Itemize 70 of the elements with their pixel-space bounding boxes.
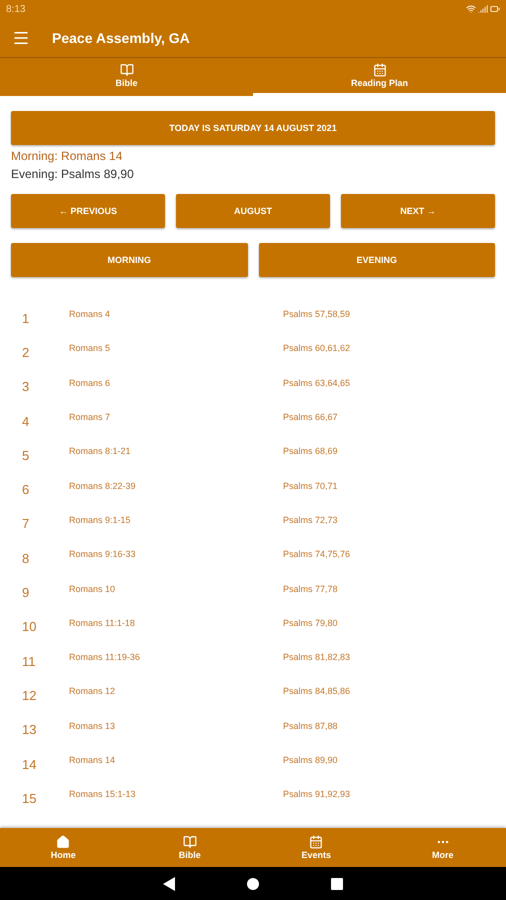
day-number: 6 [21, 482, 30, 498]
status-time: 8:13 [6, 4, 26, 14]
recents-icon[interactable] [331, 878, 343, 890]
morning-reading: Romans 6 [69, 378, 112, 388]
app-title: Peace Assembly, GA [52, 30, 190, 46]
day-number: 1 [21, 310, 30, 326]
month-nav-button[interactable]: AUGUST [176, 194, 330, 228]
morning-reading: Romans 13 [69, 720, 116, 731]
morning-reading: Romans 10 [69, 584, 116, 594]
calendar-icon [372, 63, 386, 77]
day-number: 8 [21, 550, 30, 566]
morning-reading: Romans 11:1-18 [69, 618, 136, 628]
book-icon [182, 835, 197, 849]
battery-icon [490, 4, 500, 14]
morning-reading: Romans 14 [69, 755, 116, 765]
evening-reading: Psalms 74,75,76 [283, 549, 352, 560]
evening-reading: Psalms 60,61,62 [283, 343, 352, 354]
morning-reading: Romans 8:22-39 [69, 480, 137, 491]
signal-icon [478, 4, 488, 14]
morning-reading: Romans 8:1-21 [69, 446, 132, 456]
bottom-nav-item[interactable]: Home [0, 828, 126, 867]
morning-reading: Romans 11:19-36 [69, 652, 141, 662]
bottom-nav-item[interactable]: Bible [126, 828, 253, 867]
day-number: 2 [21, 344, 30, 360]
evening-reading: Psalms 57,58,59 [283, 309, 352, 320]
home-circle-icon[interactable] [247, 878, 259, 890]
month-nav-button[interactable]: ← PREVIOUS [11, 194, 165, 228]
day-number: 9 [21, 585, 30, 600]
today-reading: Evening: Psalms 89,90 [11, 167, 135, 181]
day-number: 7 [21, 516, 30, 532]
evening-reading: Psalms 81,82,83 [283, 652, 352, 662]
day-number: 12 [21, 688, 38, 703]
today-button[interactable]: TODAY IS SATURDAY 14 AUGUST 2021 [11, 111, 495, 145]
bottom-nav-item[interactable]: More [380, 828, 506, 867]
month-nav-button[interactable]: NEXT → [341, 194, 495, 228]
evening-reading: Psalms 89,90 [283, 755, 339, 765]
evening-reading: Psalms 91,92,93 [283, 789, 352, 800]
day-number: 5 [21, 448, 30, 463]
morning-reading: Romans 5 [69, 343, 112, 354]
evening-reading: Psalms 63,64,65 [283, 378, 352, 388]
wifi-icon [466, 4, 476, 14]
back-icon[interactable] [163, 876, 175, 890]
bottom-nav-item[interactable]: Events [253, 828, 380, 867]
morning-reading: Romans 9:1-15 [69, 514, 132, 525]
morning-reading: Romans 4 [69, 309, 112, 320]
evening-reading: Psalms 77,78 [283, 584, 339, 594]
day-number: 14 [21, 756, 38, 772]
morning-reading: Romans 15:1-13 [69, 789, 137, 800]
evening-reading: Psalms 72,73 [283, 514, 339, 525]
day-number: 10 [21, 619, 38, 634]
evening-reading: Psalms 66,67 [283, 412, 339, 422]
morning-reading: Romans 12 [69, 686, 116, 696]
evening-reading: Psalms 79,80 [283, 618, 339, 628]
evening-reading: Psalms 87,88 [283, 720, 339, 731]
home-icon [56, 835, 70, 849]
day-number: 4 [21, 414, 30, 429]
day-number: 13 [21, 722, 38, 738]
calendar-icon [309, 835, 324, 849]
today-reading: Morning: Romans 14 [11, 149, 124, 163]
evening-reading: Psalms 68,69 [283, 446, 339, 456]
morning-reading: Romans 7 [69, 412, 112, 422]
book-icon [120, 63, 134, 77]
day-number: 11 [21, 654, 36, 669]
evening-reading: Psalms 84,85,86 [283, 686, 352, 696]
morning-reading: Romans 9:16-33 [69, 549, 137, 560]
day-number: 3 [21, 379, 30, 394]
day-number: 15 [21, 790, 38, 806]
evening-reading: Psalms 70,71 [283, 480, 339, 491]
session-button[interactable]: EVENING [258, 243, 495, 277]
session-button[interactable]: MORNING [11, 243, 248, 277]
